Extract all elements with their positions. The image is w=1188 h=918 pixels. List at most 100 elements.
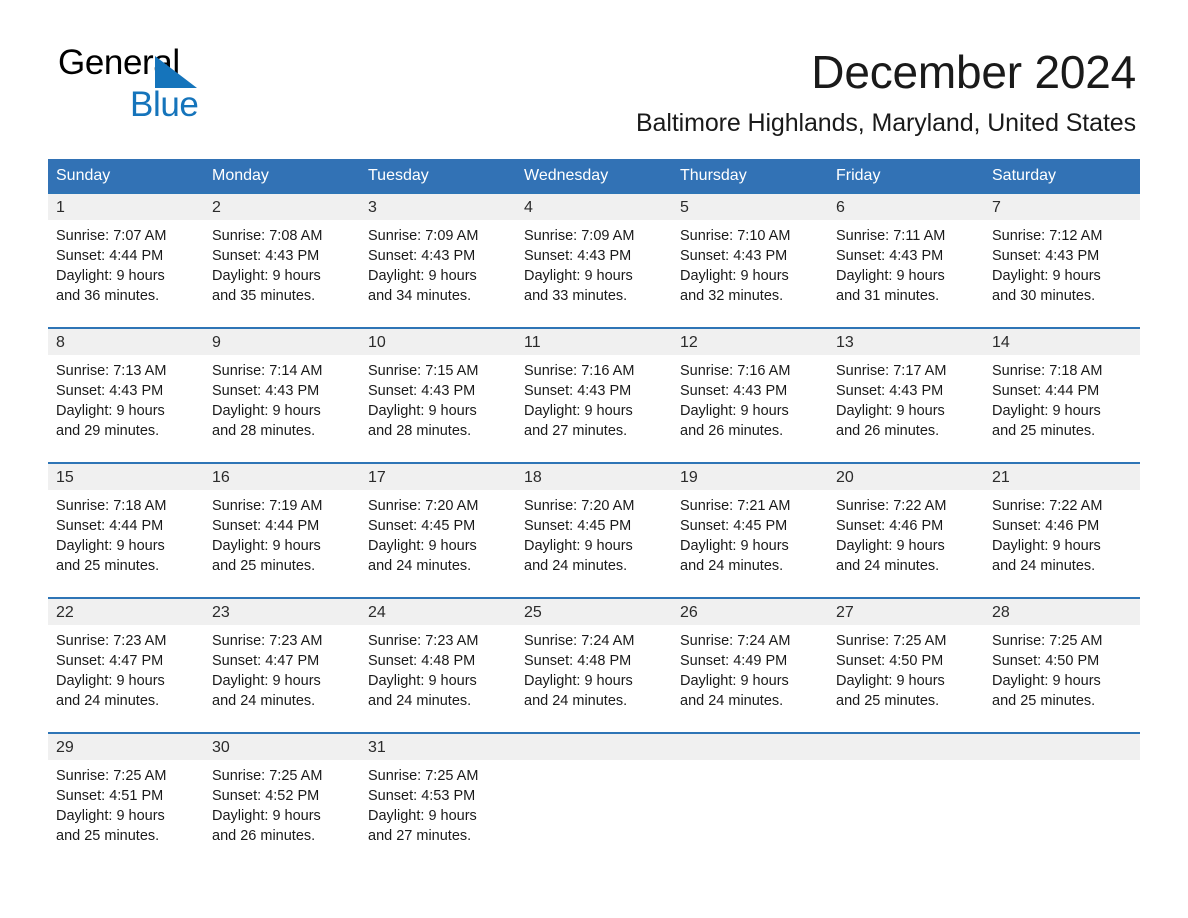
calendar-day-cell[interactable]: 4 Sunrise: 7:09 AM Sunset: 4:43 PM Daylight… <box>516 192 672 328</box>
sunrise-text: Sunrise: 7:16 AM <box>680 363 791 379</box>
calendar-day-cell[interactable]: 27 Sunrise: 7:25 AM Sunset: 4:50 PM Dayligh… <box>828 597 984 733</box>
daylight-text-line2: and 25 minutes. <box>992 423 1096 439</box>
day-details: Sunrise: 7:11 AM Sunset: 4:43 PM Daylight:… <box>828 220 984 306</box>
day-number: 23 <box>204 599 360 625</box>
calendar-day-cell[interactable]: 23 Sunrise: 7:23 AM Sunset: 4:47 PM Dayligh… <box>204 597 360 733</box>
day-number: 1 <box>48 194 204 220</box>
day-number: 8 <box>48 329 204 355</box>
calendar-day-cell[interactable]: 5 Sunrise: 7:10 AM Sunset: 4:43 PM Daylight… <box>672 192 828 328</box>
day-details: Sunrise: 7:23 AM Sunset: 4:47 PM Daylight:… <box>204 625 360 711</box>
day-details: Sunrise: 7:22 AM Sunset: 4:46 PM Daylight:… <box>984 490 1140 576</box>
day-details: Sunrise: 7:12 AM Sunset: 4:43 PM Daylight:… <box>984 220 1140 306</box>
daylight-text-line2: and 24 minutes. <box>368 558 472 574</box>
day-details: Sunrise: 7:09 AM Sunset: 4:43 PM Daylight:… <box>360 220 516 306</box>
calendar-day-cell[interactable]: 30 Sunrise: 7:25 AM Sunset: 4:52 PM Dayligh… <box>204 732 360 853</box>
daylight-text-line1: Daylight: 9 hours <box>56 403 165 419</box>
calendar-day-cell[interactable]: 9 Sunrise: 7:14 AM Sunset: 4:43 PM Daylight… <box>204 327 360 463</box>
daylight-text-line2: and 25 minutes. <box>836 693 940 709</box>
calendar-day-cell[interactable]: 13 Sunrise: 7:17 AM Sunset: 4:43 PM Dayligh… <box>828 327 984 463</box>
calendar-day-cell[interactable]: 16 Sunrise: 7:19 AM Sunset: 4:44 PM Dayligh… <box>204 462 360 598</box>
sunset-text: Sunset: 4:47 PM <box>56 653 164 669</box>
day-details: Sunrise: 7:18 AM Sunset: 4:44 PM Daylight:… <box>48 490 204 576</box>
day-number: 10 <box>360 329 516 355</box>
day-details: Sunrise: 7:15 AM Sunset: 4:43 PM Daylight:… <box>360 355 516 441</box>
sunset-text: Sunset: 4:43 PM <box>836 248 944 264</box>
calendar-day-cell[interactable]: 15 Sunrise: 7:18 AM Sunset: 4:44 PM Dayligh… <box>48 462 204 598</box>
sunset-text: Sunset: 4:49 PM <box>680 653 788 669</box>
day-cell-inner: 11 Sunrise: 7:16 AM Sunset: 4:43 PM Dayligh… <box>516 329 672 462</box>
calendar-day-cell[interactable]: 31 Sunrise: 7:25 AM Sunset: 4:53 PM Dayligh… <box>360 732 516 853</box>
day-number: 21 <box>984 464 1140 490</box>
calendar-day-cell[interactable]: 18 Sunrise: 7:20 AM Sunset: 4:45 PM Dayligh… <box>516 462 672 598</box>
calendar-day-cell[interactable]: 19 Sunrise: 7:21 AM Sunset: 4:45 PM Dayligh… <box>672 462 828 598</box>
sunrise-text: Sunrise: 7:11 AM <box>836 228 946 244</box>
calendar-day-cell[interactable]: 25 Sunrise: 7:24 AM Sunset: 4:48 PM Dayligh… <box>516 597 672 733</box>
calendar-day-cell[interactable]: 11 Sunrise: 7:16 AM Sunset: 4:43 PM Dayligh… <box>516 327 672 463</box>
day-details: Sunrise: 7:22 AM Sunset: 4:46 PM Daylight:… <box>828 490 984 576</box>
day-cell-inner: 25 Sunrise: 7:24 AM Sunset: 4:48 PM Dayligh… <box>516 599 672 732</box>
day-cell-inner: 27 Sunrise: 7:25 AM Sunset: 4:50 PM Dayligh… <box>828 599 984 732</box>
calendar-day-cell[interactable]: 3 Sunrise: 7:09 AM Sunset: 4:43 PM Daylight… <box>360 192 516 328</box>
calendar-day-cell[interactable]: 12 Sunrise: 7:16 AM Sunset: 4:43 PM Dayligh… <box>672 327 828 463</box>
day-number: 12 <box>672 329 828 355</box>
weekday-header-sunday: Sunday <box>48 159 204 193</box>
day-details: Sunrise: 7:23 AM Sunset: 4:48 PM Daylight:… <box>360 625 516 711</box>
daylight-text-line1: Daylight: 9 hours <box>524 673 633 689</box>
calendar-day-cell[interactable]: 8 Sunrise: 7:13 AM Sunset: 4:43 PM Daylight… <box>48 327 204 463</box>
day-cell-inner: 24 Sunrise: 7:23 AM Sunset: 4:48 PM Dayligh… <box>360 599 516 732</box>
calendar-day-cell[interactable]: 1 Sunrise: 7:07 AM Sunset: 4:44 PM Daylight… <box>48 192 204 328</box>
sunrise-text: Sunrise: 7:22 AM <box>992 498 1103 514</box>
calendar-day-cell[interactable]: 2 Sunrise: 7:08 AM Sunset: 4:43 PM Daylight… <box>204 192 360 328</box>
day-details: Sunrise: 7:18 AM Sunset: 4:44 PM Daylight:… <box>984 355 1140 441</box>
day-cell-inner: 2 Sunrise: 7:08 AM Sunset: 4:43 PM Daylight… <box>204 194 360 327</box>
day-cell-inner: 30 Sunrise: 7:25 AM Sunset: 4:52 PM Dayligh… <box>204 734 360 853</box>
daylight-text-line1: Daylight: 9 hours <box>368 808 477 824</box>
calendar-day-cell[interactable]: 28 Sunrise: 7:25 AM Sunset: 4:50 PM Dayligh… <box>984 597 1140 733</box>
sunset-text: Sunset: 4:52 PM <box>212 788 320 804</box>
calendar-day-cell[interactable]: 22 Sunrise: 7:23 AM Sunset: 4:47 PM Dayligh… <box>48 597 204 733</box>
day-cell-inner: 26 Sunrise: 7:24 AM Sunset: 4:49 PM Dayligh… <box>672 599 828 732</box>
calendar-day-cell[interactable]: 14 Sunrise: 7:18 AM Sunset: 4:44 PM Dayligh… <box>984 327 1140 463</box>
calendar-day-cell[interactable]: 7 Sunrise: 7:12 AM Sunset: 4:43 PM Daylight… <box>984 192 1140 328</box>
day-number: 14 <box>984 329 1140 355</box>
daylight-text-line1: Daylight: 9 hours <box>56 538 165 554</box>
day-cell-inner: 10 Sunrise: 7:15 AM Sunset: 4:43 PM Dayligh… <box>360 329 516 462</box>
calendar-day-cell[interactable]: 17 Sunrise: 7:20 AM Sunset: 4:45 PM Dayligh… <box>360 462 516 598</box>
weekday-header-wednesday: Wednesday <box>516 159 672 193</box>
day-details: Sunrise: 7:21 AM Sunset: 4:45 PM Daylight:… <box>672 490 828 576</box>
sunrise-text: Sunrise: 7:16 AM <box>524 363 635 379</box>
sunrise-text: Sunrise: 7:07 AM <box>56 228 167 244</box>
sunrise-text: Sunrise: 7:21 AM <box>680 498 791 514</box>
daylight-text-line2: and 24 minutes. <box>524 558 628 574</box>
day-number: 7 <box>984 194 1140 220</box>
daylight-text-line1: Daylight: 9 hours <box>212 538 321 554</box>
daylight-text-line2: and 28 minutes. <box>212 423 316 439</box>
day-cell-inner: 22 Sunrise: 7:23 AM Sunset: 4:47 PM Dayligh… <box>48 599 204 732</box>
sunset-text: Sunset: 4:47 PM <box>212 653 320 669</box>
daylight-text-line1: Daylight: 9 hours <box>212 808 321 824</box>
day-cell-inner: 7 Sunrise: 7:12 AM Sunset: 4:43 PM Daylight… <box>984 194 1140 327</box>
calendar-day-cell[interactable]: 24 Sunrise: 7:23 AM Sunset: 4:48 PM Dayligh… <box>360 597 516 733</box>
calendar-day-cell[interactable]: 29 Sunrise: 7:25 AM Sunset: 4:51 PM Dayligh… <box>48 732 204 853</box>
sunset-text: Sunset: 4:44 PM <box>56 518 164 534</box>
calendar-page: General Blue December 2024 Baltimore Hig… <box>0 0 1188 918</box>
day-number: 25 <box>516 599 672 625</box>
day-cell-inner: 20 Sunrise: 7:22 AM Sunset: 4:46 PM Dayligh… <box>828 464 984 597</box>
calendar-day-cell[interactable]: 10 Sunrise: 7:15 AM Sunset: 4:43 PM Dayligh… <box>360 327 516 463</box>
day-number: 2 <box>204 194 360 220</box>
weekday-header-friday: Friday <box>828 159 984 193</box>
calendar-day-cell[interactable]: 20 Sunrise: 7:22 AM Sunset: 4:46 PM Dayligh… <box>828 462 984 598</box>
day-cell-inner: 8 Sunrise: 7:13 AM Sunset: 4:43 PM Daylight… <box>48 329 204 462</box>
calendar-week-row: 15 Sunrise: 7:18 AM Sunset: 4:44 PM Dayligh… <box>48 462 1140 598</box>
day-details: Sunrise: 7:24 AM Sunset: 4:48 PM Daylight:… <box>516 625 672 711</box>
calendar-day-cell[interactable]: 26 Sunrise: 7:24 AM Sunset: 4:49 PM Dayligh… <box>672 597 828 733</box>
sunset-text: Sunset: 4:43 PM <box>524 383 632 399</box>
calendar-day-cell[interactable]: 21 Sunrise: 7:22 AM Sunset: 4:46 PM Dayligh… <box>984 462 1140 598</box>
day-cell-inner <box>672 734 828 853</box>
day-details: Sunrise: 7:23 AM Sunset: 4:47 PM Daylight:… <box>48 625 204 711</box>
day-cell-inner: 15 Sunrise: 7:18 AM Sunset: 4:44 PM Dayligh… <box>48 464 204 597</box>
daylight-text-line2: and 25 minutes. <box>56 558 160 574</box>
calendar-day-cell[interactable]: 6 Sunrise: 7:11 AM Sunset: 4:43 PM Daylight… <box>828 192 984 328</box>
day-details: Sunrise: 7:16 AM Sunset: 4:43 PM Daylight:… <box>672 355 828 441</box>
day-number <box>828 734 984 760</box>
